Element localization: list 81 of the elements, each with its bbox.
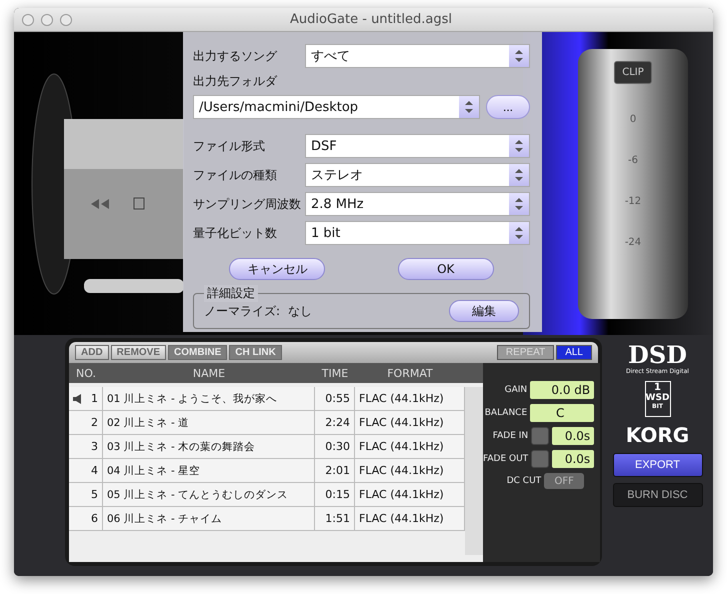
stepper-icon: [509, 222, 529, 244]
brand-logo: KORG: [626, 423, 690, 447]
export-button[interactable]: EXPORT: [612, 453, 702, 477]
table-cell: 03 川上ミネ - 木の葉の舞踏会: [103, 435, 315, 459]
value-field[interactable]: 0.0s: [552, 427, 594, 445]
repeat-mode-button[interactable]: ALL: [556, 345, 592, 360]
window-control-icon[interactable]: [22, 14, 34, 26]
meter-scale-label: 0: [628, 114, 638, 124]
window-title: AudioGate - untitled.agsl: [289, 12, 453, 27]
table-cell: 5: [91, 488, 98, 501]
stepper-icon: [509, 164, 529, 186]
stepper-icon: [509, 45, 529, 67]
dsd-logo: DSD: [628, 343, 687, 367]
table-cell: 0:15: [315, 483, 355, 507]
meter-scale-label: -24: [624, 236, 642, 248]
ok-button[interactable]: OK: [398, 258, 494, 280]
table-cell: 1: [91, 392, 98, 405]
field-label: ファイルの種類: [193, 166, 278, 184]
table-cell: 06 川上ミネ - チャイム: [103, 507, 315, 531]
control-label: GAIN: [504, 385, 528, 395]
edit-button[interactable]: 編集: [449, 300, 519, 322]
dropdown[interactable]: 1 bit: [305, 221, 530, 245]
stepper-icon: [459, 96, 479, 118]
stepper-icon: [509, 193, 529, 215]
column-header[interactable]: NAME: [103, 363, 315, 383]
dropdown[interactable]: 2.8 MHz: [305, 192, 530, 216]
table-cell: 3: [91, 440, 98, 453]
column-header[interactable]: NO.: [69, 363, 103, 383]
meter-scale-label: -12: [624, 196, 642, 206]
table-cell: 0:30: [315, 435, 355, 459]
table-cell: 2: [91, 416, 98, 429]
field-label: 量子化ビット数: [193, 224, 278, 242]
dropdown[interactable]: DSF: [305, 134, 530, 158]
window-control-icon[interactable]: [41, 14, 53, 26]
table-cell: FLAC (44.1kHz): [355, 435, 465, 459]
table-cell: 01 川上ミネ - ようこそ、我が家へ: [103, 387, 315, 411]
table-cell: FLAC (44.1kHz): [355, 483, 465, 507]
column-header[interactable]: TIME: [315, 363, 355, 383]
table-cell: 6: [91, 512, 98, 525]
dropdown[interactable]: ステレオ: [305, 163, 530, 187]
field-label: 出力するソング: [193, 48, 278, 64]
table-cell: FLAC (44.1kHz): [355, 411, 465, 435]
table-cell: 05 川上ミネ - てんとうむしのダンス: [103, 483, 315, 507]
control-label: BALANCE: [484, 408, 528, 418]
dropdown[interactable]: すべて: [305, 44, 530, 68]
column-header[interactable]: FORMAT: [355, 363, 465, 383]
column-header: [465, 363, 483, 383]
field-label: ファイル形式: [193, 138, 266, 154]
table-cell: 0:55: [315, 387, 355, 411]
folder-dropdown[interactable]: /Users/macmini/Desktop: [193, 95, 480, 119]
table-cell: 04 川上ミネ - 星空: [103, 459, 315, 483]
meter-scale-label: -6: [627, 154, 639, 166]
control-label: FADE IN: [492, 431, 528, 441]
group-title: 詳細設定: [204, 285, 258, 302]
control-label: DC CUT: [506, 476, 542, 486]
table-cell: 2:01: [315, 459, 355, 483]
window-control-icon[interactable]: [60, 14, 72, 26]
table-cell: 4: [91, 464, 98, 477]
toolbar-button[interactable]: REMOVE: [110, 345, 166, 360]
table-cell: 1:51: [315, 507, 355, 531]
burn-disc-button[interactable]: BURN DISC: [612, 483, 702, 507]
field-label: サンプリング周波数: [193, 196, 299, 212]
value-field[interactable]: 0.0 dB: [530, 381, 594, 399]
normalize-value: なし: [288, 302, 312, 320]
browse-button[interactable]: ...: [486, 95, 530, 119]
normalize-label: ノーマライズ:: [204, 302, 280, 320]
field-label: 出力先フォルダ: [193, 73, 278, 90]
table-cell: FLAC (44.1kHz): [355, 387, 465, 411]
table-cell: 02 川上ミネ - 道: [103, 411, 315, 435]
clip-indicator: CLIP: [614, 60, 652, 84]
control-label: FADE OUT: [483, 454, 528, 464]
toggle-button[interactable]: [531, 427, 550, 445]
table-cell: FLAC (44.1kHz): [355, 459, 465, 483]
toolbar-button[interactable]: ADD: [75, 345, 109, 360]
value-field[interactable]: 0.0s: [552, 450, 594, 468]
stepper-icon: [509, 135, 529, 157]
value-field[interactable]: C: [530, 404, 594, 422]
cancel-button[interactable]: キャンセル: [229, 258, 326, 280]
toggle-button[interactable]: [531, 450, 550, 468]
table-cell: FLAC (44.1kHz): [355, 507, 465, 531]
table-cell: 2:24: [315, 411, 355, 435]
